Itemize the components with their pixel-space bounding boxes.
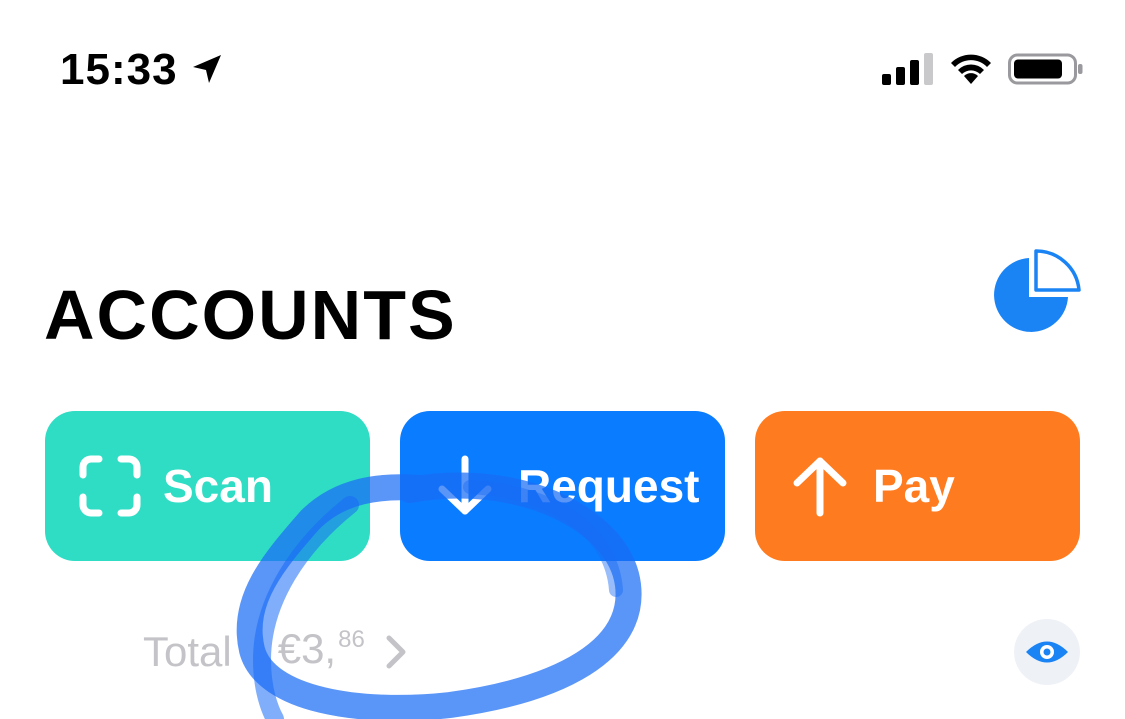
total-amount: €3,86 <box>278 619 365 686</box>
pay-button[interactable]: Pay <box>755 411 1080 561</box>
pay-button-label: Pay <box>873 460 955 512</box>
total-label: Total <box>143 628 232 675</box>
page-title: Accounts <box>44 249 457 361</box>
stats-button[interactable] <box>990 248 1082 340</box>
toggle-visibility-button[interactable] <box>1014 619 1080 685</box>
arrow-up-icon <box>793 457 847 517</box>
scan-frame-icon <box>79 455 141 517</box>
total-balance-row[interactable]: Total €3,86 <box>143 622 411 682</box>
request-button-label: Request <box>518 460 700 512</box>
scan-button[interactable]: Scan <box>45 411 370 561</box>
total-amount-cents: 86 <box>338 625 365 653</box>
eye-icon <box>1026 641 1068 663</box>
battery-icon <box>1008 53 1083 85</box>
arrow-down-icon <box>438 455 492 515</box>
scan-button-label: Scan <box>163 460 273 512</box>
request-button[interactable]: Request <box>400 411 725 561</box>
pie-chart-icon <box>994 249 1081 332</box>
wifi-icon <box>951 54 991 84</box>
cellular-signal-icon <box>882 53 933 85</box>
status-time: 15:33 <box>60 45 178 94</box>
chevron-right-icon <box>386 635 406 669</box>
location-arrow-icon <box>193 55 221 83</box>
total-amount-main: €3, <box>277 624 337 672</box>
